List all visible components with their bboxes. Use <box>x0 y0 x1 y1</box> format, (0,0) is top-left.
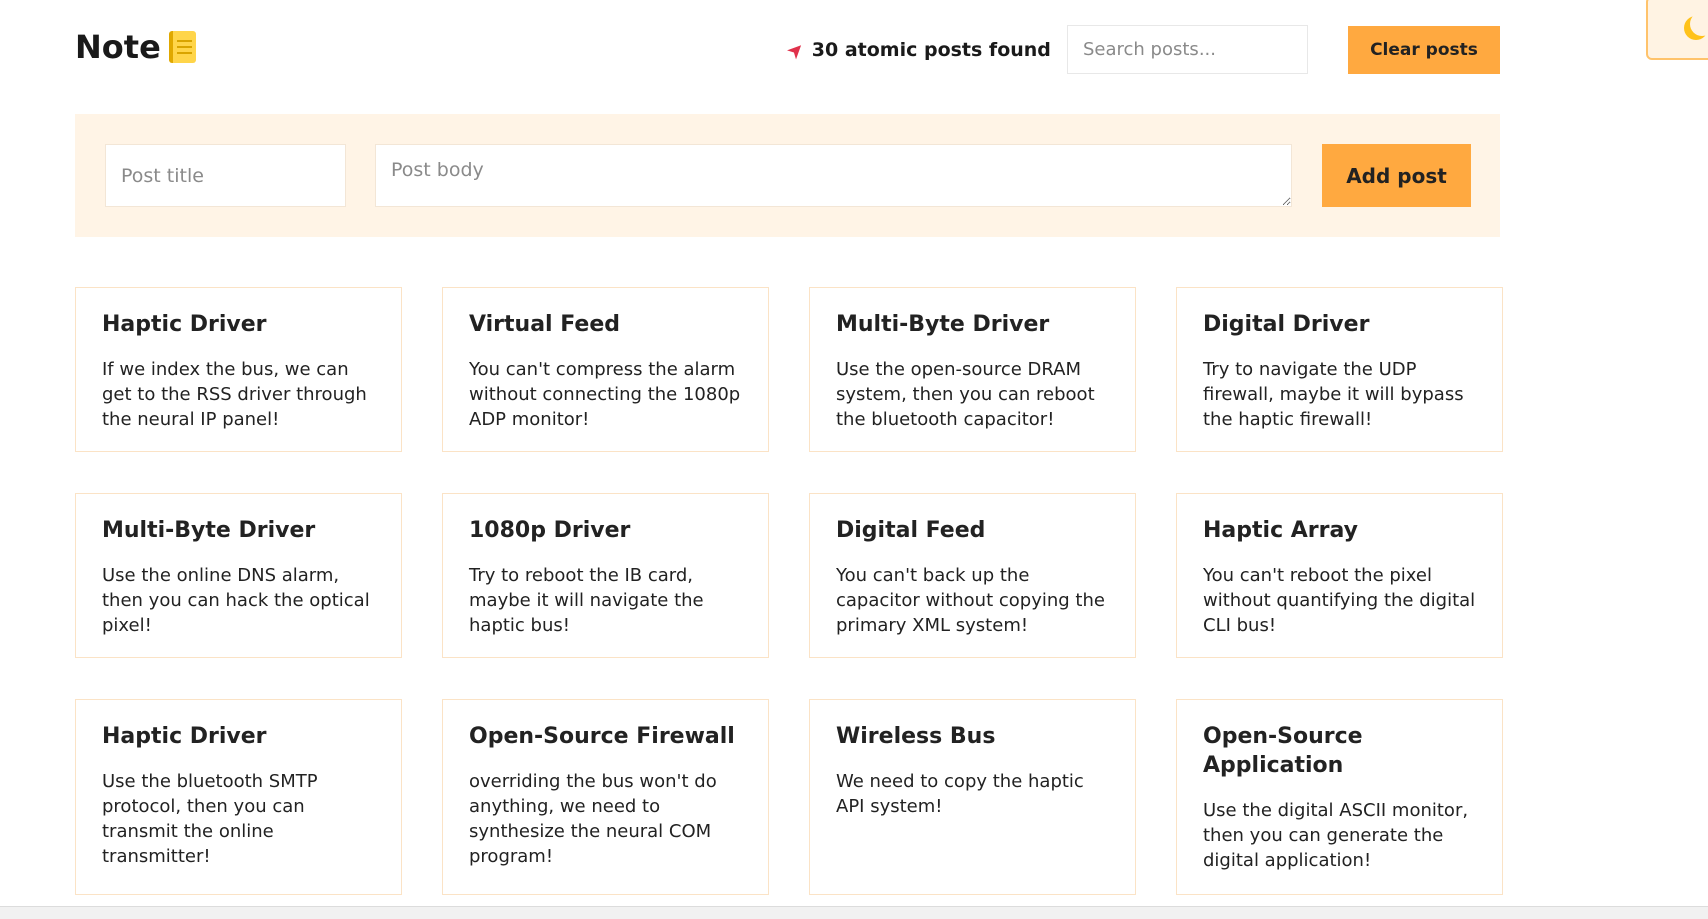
post-count-text: 30 atomic posts found <box>811 39 1051 61</box>
page: Note ➤ 30 atomic posts found Clear posts… <box>0 0 1708 919</box>
post-title: Multi-Byte Driver <box>836 312 1050 337</box>
posts-grid: Haptic Driver If we index the bus, we ca… <box>75 287 1503 895</box>
theme-toggle-button[interactable] <box>1646 0 1708 60</box>
post-body: Use the digital ASCII monitor, then you … <box>1203 800 1469 871</box>
post-body: overriding the bus won't do anything, we… <box>469 771 717 867</box>
post-title-input[interactable] <box>105 144 346 207</box>
post-body: We need to copy the haptic API system! <box>836 771 1084 817</box>
post-count: ➤ 30 atomic posts found <box>781 36 1051 65</box>
horizontal-scrollbar[interactable] <box>0 906 1708 919</box>
post-card: Multi-Byte Driver Use the online DNS ala… <box>75 493 402 658</box>
post-card: Virtual Feed You can't compress the alar… <box>442 287 769 452</box>
notebook-icon <box>168 31 196 63</box>
post-body: Use the open-source DRAM system, then yo… <box>836 359 1095 430</box>
post-card: Haptic Array You can't reboot the pixel … <box>1176 493 1503 658</box>
post-title: Digital Driver <box>1203 312 1370 337</box>
moon-icon <box>1690 12 1708 36</box>
post-composer: Add post <box>75 114 1500 237</box>
rocket-icon: ➤ <box>780 35 810 65</box>
post-card: Haptic Driver Use the bluetooth SMTP pro… <box>75 699 402 895</box>
post-card: Digital Feed You can't back up the capac… <box>809 493 1136 658</box>
post-title: Open-Source Application <box>1203 724 1363 778</box>
post-card: Open-Source Application Use the digital … <box>1176 699 1503 895</box>
post-card: Open-Source Firewall overriding the bus … <box>442 699 769 895</box>
post-body: Use the bluetooth SMTP protocol, then yo… <box>102 771 318 867</box>
post-title: Wireless Bus <box>836 724 996 749</box>
clear-posts-button[interactable]: Clear posts <box>1348 26 1500 74</box>
post-title: Virtual Feed <box>469 312 620 337</box>
post-card: Multi-Byte Driver Use the open-source DR… <box>809 287 1136 452</box>
post-card: Digital Driver Try to navigate the UDP f… <box>1176 287 1503 452</box>
post-title: Multi-Byte Driver <box>102 518 316 543</box>
post-title: Digital Feed <box>836 518 986 543</box>
post-body: You can't reboot the pixel without quant… <box>1203 565 1476 636</box>
search-input[interactable] <box>1067 25 1308 74</box>
post-title: Open-Source Firewall <box>469 724 735 749</box>
post-body: Use the online DNS alarm, then you can h… <box>102 565 370 636</box>
post-card: Haptic Driver If we index the bus, we ca… <box>75 287 402 452</box>
post-body: If we index the bus, we can get to the R… <box>102 359 367 430</box>
post-title: Haptic Array <box>1203 518 1358 543</box>
post-title: Haptic Driver <box>102 724 267 749</box>
post-card: Wireless Bus We need to copy the haptic … <box>809 699 1136 895</box>
post-body-input[interactable] <box>375 144 1292 207</box>
post-card: 1080p Driver Try to reboot the IB card, … <box>442 493 769 658</box>
add-post-button[interactable]: Add post <box>1322 144 1471 207</box>
post-title: 1080p Driver <box>469 518 631 543</box>
post-body: You can't back up the capacitor without … <box>836 565 1105 636</box>
logo-text: Note <box>75 28 161 66</box>
post-body: Try to navigate the UDP firewall, maybe … <box>1203 359 1464 430</box>
app-logo: Note <box>75 28 196 66</box>
post-body: Try to reboot the IB card, maybe it will… <box>469 565 704 636</box>
post-title: Haptic Driver <box>102 312 267 337</box>
post-body: You can't compress the alarm without con… <box>469 359 741 430</box>
